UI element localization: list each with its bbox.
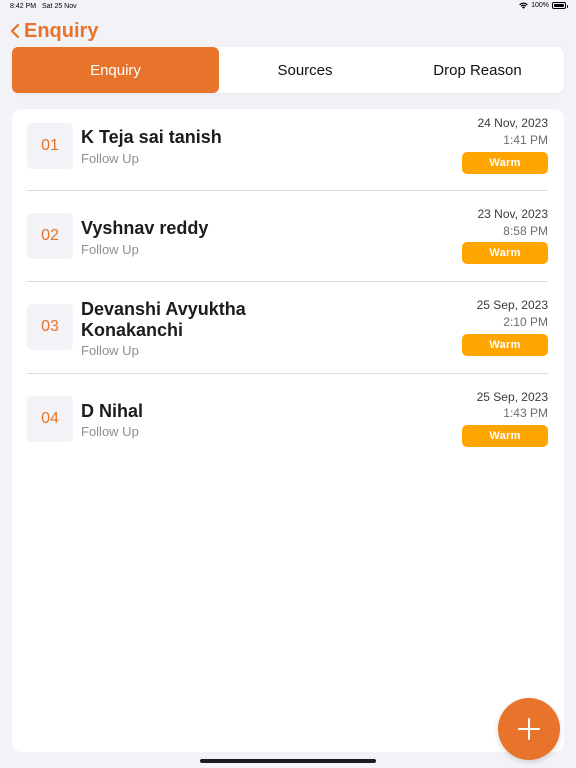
item-date: 23 Nov, 2023 <box>477 207 549 221</box>
list-item[interactable]: 03 Devanshi Avyuktha Konakanchi Follow U… <box>27 282 548 374</box>
item-name: Devanshi Avyuktha Konakanchi <box>81 299 246 340</box>
status-badge: Warm <box>462 425 548 447</box>
item-name: Vyshnav reddy <box>81 218 209 238</box>
status-time: 8:42 PM <box>10 3 37 10</box>
screen: 8:42 PM Sat 25 Nov 100% Enquiry Enquiry … <box>0 0 576 768</box>
segmented-control: Enquiry Sources Drop Reason <box>12 47 564 93</box>
item-number: 03 <box>27 304 73 350</box>
battery-icon <box>552 2 568 9</box>
list-item[interactable]: 01 K Teja sai tanish Follow Up 24 Nov, 2… <box>27 109 548 191</box>
add-enquiry-button[interactable] <box>498 698 560 760</box>
item-date: 25 Sep, 2023 <box>476 298 548 312</box>
back-button[interactable]: Enquiry <box>10 18 98 44</box>
item-date: 24 Nov, 2023 <box>477 116 549 130</box>
item-name: D Nihal <box>81 401 144 421</box>
battery-percent: 100% <box>531 2 549 9</box>
item-time: 2:10 PM <box>503 315 548 329</box>
status-bar: 8:42 PM Sat 25 Nov 100% <box>0 0 576 14</box>
item-subtitle: Follow Up <box>81 242 139 257</box>
status-badge: Warm <box>462 334 548 356</box>
chevron-left-icon <box>10 23 20 39</box>
item-number: 04 <box>27 396 73 442</box>
tab-enquiry[interactable]: Enquiry <box>12 47 219 93</box>
home-indicator[interactable] <box>200 759 376 763</box>
item-subtitle: Follow Up <box>81 151 139 166</box>
list-item[interactable]: 02 Vyshnav reddy Follow Up 23 Nov, 2023 … <box>27 191 548 282</box>
item-date: 25 Sep, 2023 <box>476 390 548 404</box>
status-badge: Warm <box>462 152 548 174</box>
status-badge: Warm <box>462 242 548 264</box>
status-right: 100% <box>519 2 568 9</box>
tab-drop-reason[interactable]: Drop Reason <box>391 47 564 93</box>
item-time: 8:58 PM <box>503 224 548 238</box>
enquiry-list: 01 K Teja sai tanish Follow Up 24 Nov, 2… <box>12 109 564 752</box>
item-subtitle: Follow Up <box>81 343 139 358</box>
item-name: K Teja sai tanish <box>81 127 222 147</box>
list-item[interactable]: 04 D Nihal Follow Up 25 Sep, 2023 1:43 P… <box>27 374 548 464</box>
tab-sources[interactable]: Sources <box>219 47 391 93</box>
item-subtitle: Follow Up <box>81 424 139 439</box>
item-number: 02 <box>27 213 73 259</box>
plus-icon <box>518 718 540 740</box>
page-title: Enquiry <box>24 19 99 42</box>
status-date: Sat 25 Nov <box>42 3 77 10</box>
item-time: 1:41 PM <box>503 133 548 147</box>
wifi-icon <box>519 2 528 9</box>
item-time: 1:43 PM <box>503 406 548 420</box>
item-number: 01 <box>27 123 73 169</box>
